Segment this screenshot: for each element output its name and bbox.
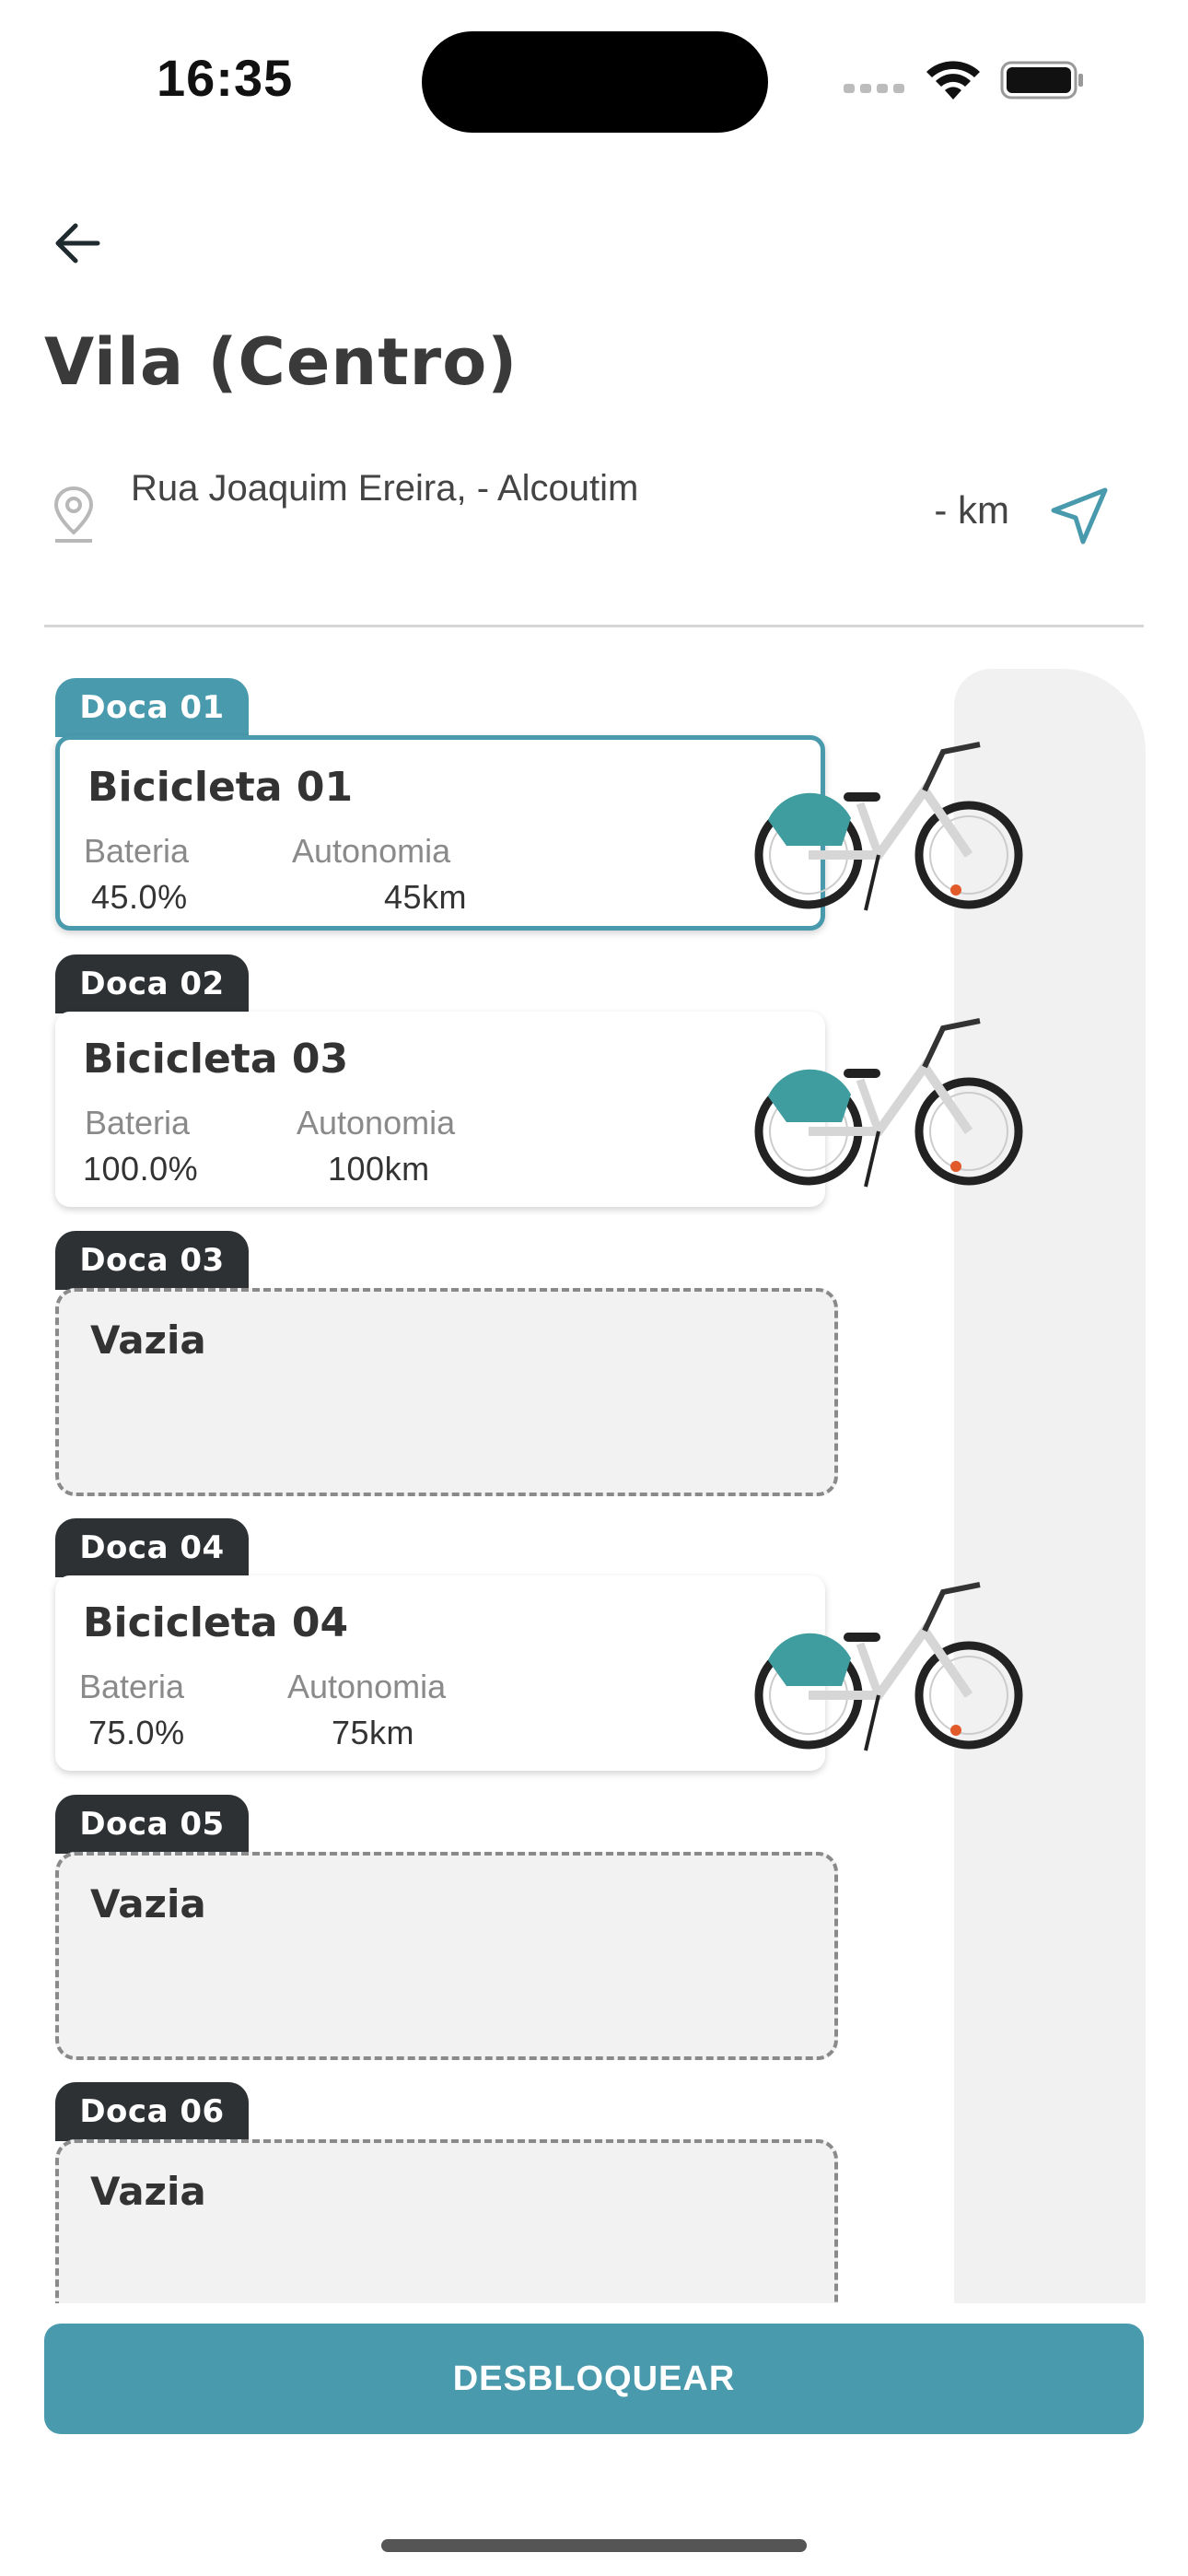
- bike-image: [754, 1018, 1023, 1188]
- dock-list[interactable]: Doca 01 Bicicleta 01 Bateria Autonomia 4…: [0, 645, 1188, 2303]
- dock-tab: Doca 04: [55, 1518, 249, 1577]
- battery-icon: [1000, 61, 1083, 100]
- location-pin-icon: [53, 486, 94, 543]
- bike-image: [754, 742, 1023, 911]
- dock-tab: Doca 06: [55, 2082, 249, 2141]
- battery-value: 45.0%: [91, 878, 188, 916]
- station-location: Rua Joaquim Ereira, - Alcoutim - km: [44, 461, 1144, 580]
- empty-slot: Vazia: [55, 1852, 838, 2060]
- bike-card[interactable]: Bicicleta 04 Bateria Autonomia 75.0% 75k…: [55, 1575, 825, 1771]
- battery-label: Bateria: [79, 1668, 185, 1705]
- unlock-button[interactable]: DESBLOQUEAR: [44, 2324, 1144, 2434]
- empty-label: Vazia: [90, 1881, 206, 1926]
- empty-label: Vazia: [90, 1317, 206, 1363]
- battery-value: 75.0%: [88, 1714, 185, 1751]
- bike-name: Bicicleta 04: [83, 1599, 349, 1646]
- dynamic-island: [422, 31, 768, 133]
- battery-value: 100.0%: [83, 1150, 199, 1188]
- back-button[interactable]: [44, 210, 111, 276]
- arrow-left-icon: [55, 223, 100, 263]
- range-value: 100km: [328, 1150, 430, 1188]
- status-time: 16:35: [157, 49, 294, 107]
- battery-label: Bateria: [85, 1104, 191, 1142]
- bike-name: Bicicleta 03: [83, 1036, 349, 1083]
- cellular-signal-icon: [844, 77, 908, 94]
- range-label: Autonomia: [292, 832, 451, 870]
- dock-tab: Doca 01: [55, 678, 249, 737]
- battery-label: Bateria: [84, 832, 190, 870]
- bike-card[interactable]: Bicicleta 03 Bateria Autonomia 100.0% 10…: [55, 1012, 825, 1207]
- dock-tab: Doca 05: [55, 1795, 249, 1854]
- range-value: 45km: [384, 878, 468, 916]
- station-address: Rua Joaquim Ereira, - Alcoutim: [131, 468, 639, 509]
- status-bar: 16:35: [0, 0, 1188, 166]
- empty-label: Vazia: [90, 2169, 206, 2214]
- station-distance: - km: [934, 488, 1009, 532]
- dock-tab: Doca 03: [55, 1231, 249, 1290]
- home-indicator[interactable]: [381, 2539, 807, 2552]
- divider: [44, 625, 1144, 627]
- dock-tab: Doca 02: [55, 954, 249, 1013]
- wifi-icon: [926, 61, 980, 100]
- empty-slot: Vazia: [55, 1288, 838, 1496]
- station-title: Vila (Centro): [44, 324, 518, 400]
- empty-slot: Vazia: [55, 2139, 838, 2303]
- range-value: 75km: [332, 1714, 415, 1751]
- navigate-icon[interactable]: [1048, 485, 1111, 547]
- bike-image: [754, 1582, 1023, 1751]
- range-label: Autonomia: [297, 1104, 456, 1142]
- range-label: Autonomia: [287, 1668, 447, 1705]
- bike-card[interactable]: Bicicleta 01 Bateria Autonomia 45.0% 45k…: [55, 735, 825, 931]
- bike-name: Bicicleta 01: [87, 764, 354, 811]
